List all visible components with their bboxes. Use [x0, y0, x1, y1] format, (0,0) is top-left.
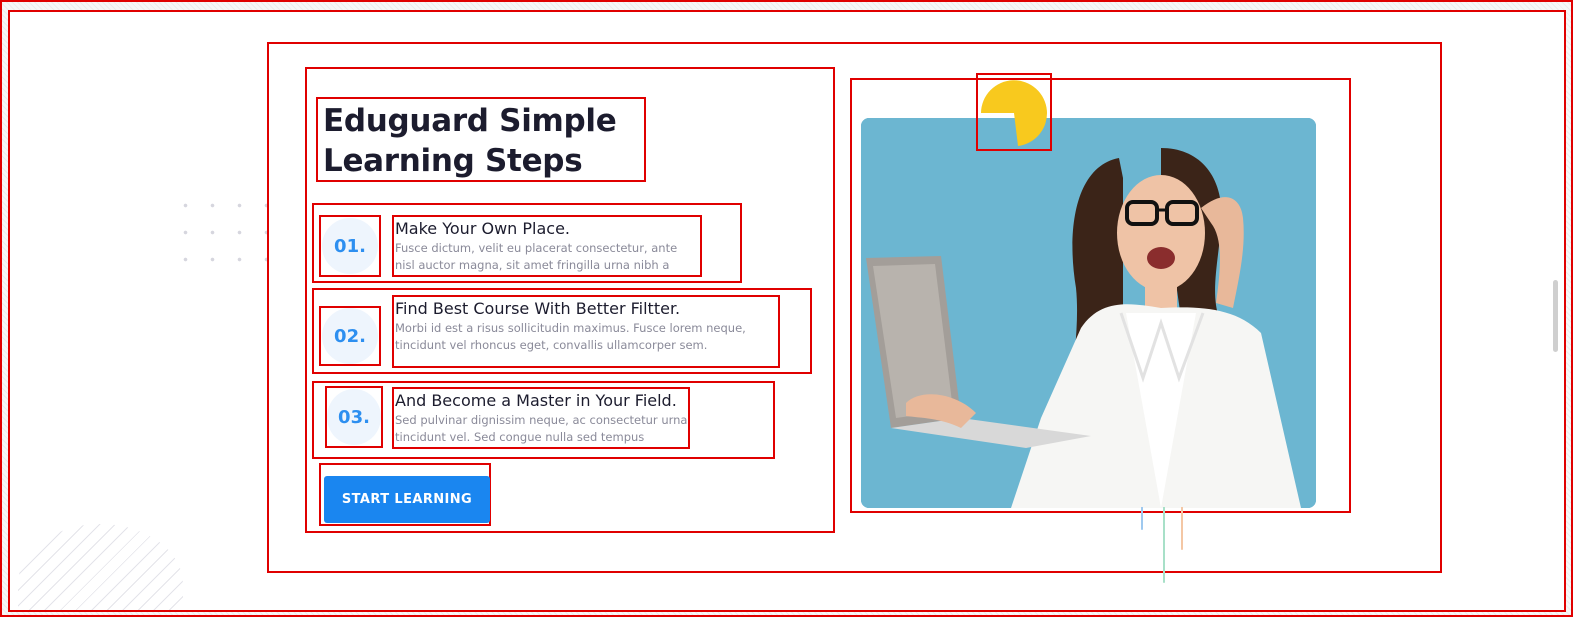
yellow-pie-icon	[981, 80, 1047, 146]
learning-steps-section: Eduguard Simple Learning Steps 01. Make …	[267, 42, 1442, 573]
step-item-1: 01. Make Your Own Place. Fusce dictum, v…	[312, 203, 742, 283]
dot-grid-decoration	[172, 192, 272, 262]
step-title: Make Your Own Place.	[395, 219, 571, 238]
step-item-3: 03. And Become a Master in Your Field. S…	[312, 381, 775, 459]
step-title: Find Best Course With Better Filtter.	[395, 299, 681, 318]
yellow-decoration	[976, 73, 1052, 151]
content-panel: Eduguard Simple Learning Steps 01. Make …	[8, 10, 1566, 612]
step-number-badge: 01.	[319, 215, 381, 277]
colored-lines-decoration	[1141, 507, 1183, 583]
cta-wrapper: START LEARNING	[319, 463, 491, 526]
step-number: 02.	[322, 308, 378, 364]
steps-column: Eduguard Simple Learning Steps 01. Make …	[305, 67, 835, 533]
heading-line-2: Learning Steps	[323, 143, 583, 179]
image-column	[850, 73, 1351, 513]
heading-line-1: Eduguard Simple	[323, 103, 617, 139]
step-description: Sed pulvinar dignissim neque, ac consect…	[395, 413, 688, 444]
step-description: Fusce dictum, velit eu placerat consecte…	[395, 241, 678, 272]
step-text: And Become a Master in Your Field. Sed p…	[392, 387, 690, 449]
step-number-badge: 02.	[319, 306, 381, 366]
hatch-decoration	[18, 524, 183, 610]
scrollbar-thumb[interactable]	[1553, 280, 1558, 352]
step-item-2: 02. Find Best Course With Better Filtter…	[312, 288, 812, 374]
hero-image	[861, 118, 1316, 508]
step-number-badge: 03.	[325, 386, 383, 448]
step-text: Make Your Own Place. Fusce dictum, velit…	[392, 215, 702, 277]
student-photo-illustration	[861, 118, 1316, 508]
step-description: Morbi id est a risus sollicitudin maximu…	[395, 321, 746, 352]
start-learning-button[interactable]: START LEARNING	[324, 476, 490, 523]
step-text: Find Best Course With Better Filtter. Mo…	[392, 295, 780, 368]
section-heading: Eduguard Simple Learning Steps	[316, 97, 646, 182]
step-title: And Become a Master in Your Field.	[395, 391, 677, 410]
step-number: 03.	[327, 389, 381, 445]
step-number: 01.	[322, 218, 378, 274]
